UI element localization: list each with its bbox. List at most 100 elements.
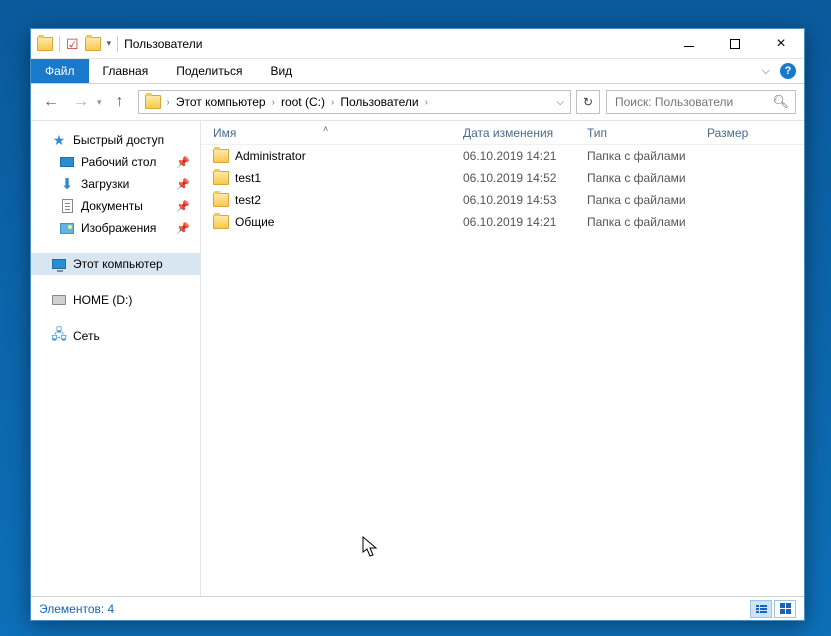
file-name: test1 xyxy=(235,171,261,185)
file-name: Общие xyxy=(235,215,274,229)
qat-separator xyxy=(59,36,60,52)
sidebar-downloads[interactable]: ⬇ Загрузки 📌 xyxy=(31,173,200,195)
window-title: Пользователи xyxy=(124,37,202,51)
breadcrumb-item[interactable]: root (C:) xyxy=(277,91,329,113)
column-label: Размер xyxy=(707,126,748,140)
titlebar: ☑ ▾ Пользователи × xyxy=(31,29,804,59)
pin-icon: 📌 xyxy=(176,156,190,169)
minimize-button[interactable] xyxy=(666,29,712,59)
ribbon-tab-home[interactable]: Главная xyxy=(89,59,163,83)
status-label: Элементов: xyxy=(39,602,104,616)
download-icon: ⬇ xyxy=(59,176,75,192)
column-label: Тип xyxy=(587,126,607,140)
cell-type: Папка с файлами xyxy=(587,149,707,163)
maximize-button[interactable] xyxy=(712,29,758,59)
app-icon[interactable] xyxy=(37,37,53,51)
cell-type: Папка с файлами xyxy=(587,193,707,207)
close-button[interactable]: × xyxy=(758,29,804,59)
chevron-right-icon[interactable]: › xyxy=(423,97,430,108)
file-list: Имя ˄ Дата изменения Тип Размер Administ… xyxy=(201,121,804,596)
pin-icon: 📌 xyxy=(176,178,190,191)
drive-icon xyxy=(51,292,67,308)
breadcrumb-item[interactable]: Пользователи xyxy=(336,91,422,113)
sidebar-item-label: Сеть xyxy=(73,329,100,343)
sidebar-item-label: HOME (D:) xyxy=(73,293,132,307)
sidebar-network[interactable]: 🖧 Сеть xyxy=(31,325,200,347)
nav-up-button[interactable]: ↑ xyxy=(108,90,132,114)
pictures-icon xyxy=(59,220,75,236)
sidebar-item-label: Этот компьютер xyxy=(73,257,163,271)
nav-history-dropdown-icon[interactable]: ▾ xyxy=(97,97,102,108)
folder-icon xyxy=(213,149,229,163)
cell-name: test1 xyxy=(213,171,463,185)
column-header-name[interactable]: Имя ˄ xyxy=(213,126,463,140)
help-icon[interactable]: ? xyxy=(780,63,796,79)
search-icon[interactable]: 🔍︎ xyxy=(772,94,789,110)
navigation-bar: ← → ▾ ↑ › Этот компьютер › root (C:) › П… xyxy=(31,84,804,120)
chevron-right-icon[interactable]: › xyxy=(329,97,336,108)
cell-date: 06.10.2019 14:53 xyxy=(463,193,587,207)
ribbon-expand-icon[interactable]: ⌵ xyxy=(762,65,770,78)
breadcrumb-item[interactable]: Этот компьютер xyxy=(172,91,270,113)
nav-back-button[interactable]: ← xyxy=(39,90,63,114)
document-icon xyxy=(59,198,75,214)
quick-access-toolbar: ☑ ▾ xyxy=(31,36,118,52)
qat-dropdown-icon[interactable]: ▾ xyxy=(107,38,112,49)
nav-forward-button[interactable]: → xyxy=(69,90,93,114)
breadcrumb-root[interactable] xyxy=(141,91,165,113)
cell-name: test2 xyxy=(213,193,463,207)
table-row[interactable]: test106.10.2019 14:52Папка с файлами xyxy=(201,167,804,189)
folder-icon xyxy=(145,95,161,109)
view-details-button[interactable] xyxy=(750,600,772,618)
breadcrumb-label: Пользователи xyxy=(340,95,418,109)
cell-type: Папка с файлами xyxy=(587,215,707,229)
qat-newfolder-icon[interactable] xyxy=(85,37,101,51)
cell-date: 06.10.2019 14:21 xyxy=(463,215,587,229)
pc-icon xyxy=(51,256,67,272)
window-controls: × xyxy=(666,29,804,59)
table-row[interactable]: Общие 06.10.2019 14:21Папка с файлами xyxy=(201,211,804,233)
breadcrumb-label: root (C:) xyxy=(281,95,325,109)
cell-name: Общие xyxy=(213,215,463,229)
search-box[interactable]: 🔍︎ xyxy=(606,90,796,114)
ribbon-tab-view[interactable]: Вид xyxy=(256,59,306,83)
address-bar[interactable]: › Этот компьютер › root (C:) › Пользоват… xyxy=(138,90,571,114)
pin-icon: 📌 xyxy=(176,222,190,235)
file-rows: Administrator06.10.2019 14:21Папка с фай… xyxy=(201,145,804,596)
address-dropdown-icon[interactable]: ⌵ xyxy=(556,97,564,108)
table-row[interactable]: Administrator06.10.2019 14:21Папка с фай… xyxy=(201,145,804,167)
view-large-button[interactable] xyxy=(774,600,796,618)
sidebar-documents[interactable]: Документы 📌 xyxy=(31,195,200,217)
chevron-right-icon[interactable]: › xyxy=(270,97,277,108)
search-input[interactable] xyxy=(613,94,772,110)
explorer-window: ☑ ▾ Пользователи × Файл Главная Поделить… xyxy=(30,28,805,621)
column-header-date[interactable]: Дата изменения xyxy=(463,126,587,140)
sidebar-pictures[interactable]: Изображения 📌 xyxy=(31,217,200,239)
sidebar-item-label: Изображения xyxy=(81,221,156,235)
ribbon-tab-file[interactable]: Файл xyxy=(31,59,89,83)
table-row[interactable]: test206.10.2019 14:53Папка с файлами xyxy=(201,189,804,211)
chevron-right-icon[interactable]: › xyxy=(165,97,172,108)
sidebar-item-label: Быстрый доступ xyxy=(73,133,164,147)
network-icon: 🖧 xyxy=(51,328,67,344)
cell-name: Administrator xyxy=(213,149,463,163)
sidebar-this-pc[interactable]: Этот компьютер xyxy=(31,253,200,275)
sidebar-desktop[interactable]: Рабочий стол 📌 xyxy=(31,151,200,173)
folder-icon xyxy=(213,193,229,207)
sidebar-item-label: Рабочий стол xyxy=(81,155,156,169)
qat-separator xyxy=(117,36,118,52)
column-header-size[interactable]: Размер xyxy=(707,126,804,140)
refresh-button[interactable]: ↻ xyxy=(576,90,600,114)
sidebar-quick-access[interactable]: ★ Быстрый доступ xyxy=(31,129,200,151)
breadcrumb-label: Этот компьютер xyxy=(176,95,266,109)
sidebar-drive[interactable]: HOME (D:) xyxy=(31,289,200,311)
qat-properties-icon[interactable]: ☑ xyxy=(66,37,79,51)
column-header-type[interactable]: Тип xyxy=(587,126,707,140)
sort-indicator-icon: ˄ xyxy=(323,124,328,134)
cell-date: 06.10.2019 14:52 xyxy=(463,171,587,185)
view-mode-buttons xyxy=(750,600,796,618)
folder-icon xyxy=(213,171,229,185)
pin-icon: 📌 xyxy=(176,200,190,213)
status-bar: Элементов: 4 xyxy=(31,596,804,620)
ribbon-tab-share[interactable]: Поделиться xyxy=(162,59,256,83)
